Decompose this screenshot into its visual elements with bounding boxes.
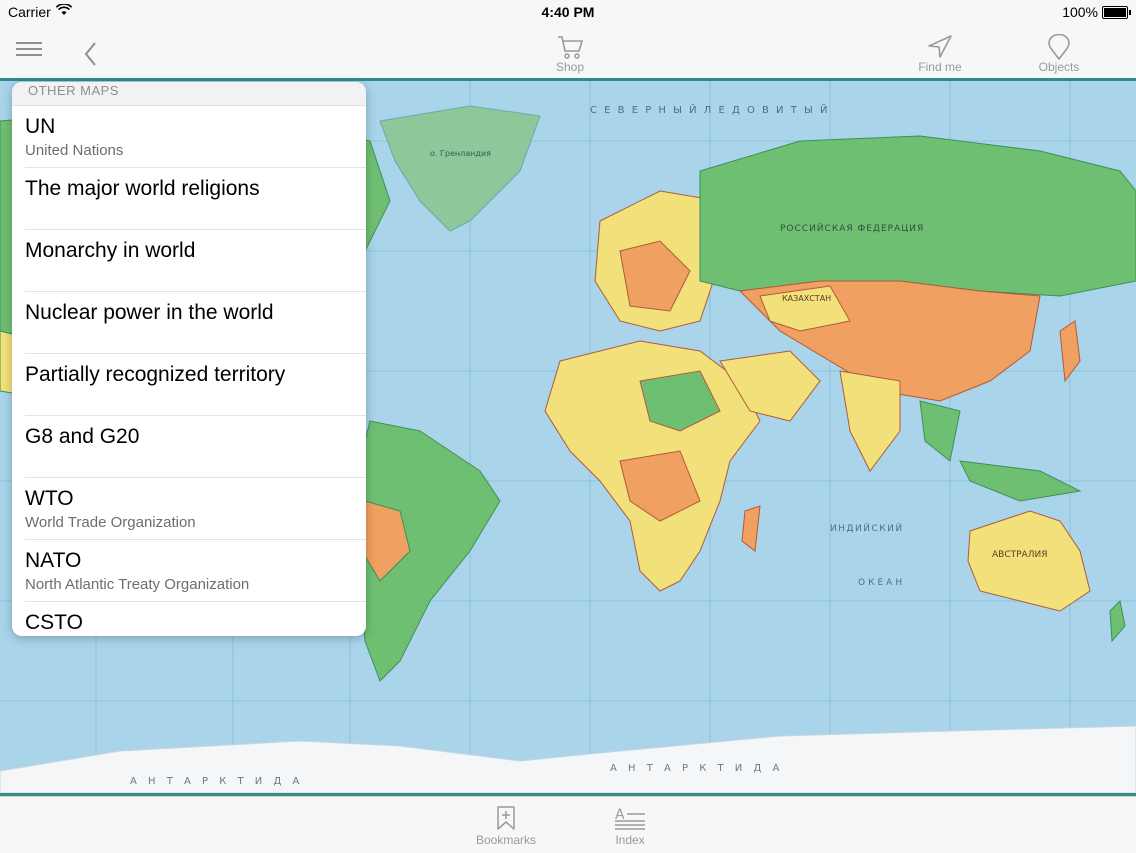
tab-bookmarks[interactable]: Bookmarks: [474, 805, 538, 847]
menu-item-partially-recognized[interactable]: Partially recognized territory: [25, 354, 366, 416]
antarctica-label: А Н Т А Р К Т И Д А: [610, 763, 783, 774]
menu-item-un[interactable]: UN United Nations: [25, 106, 366, 168]
menu-item-religions[interactable]: The major world religions: [25, 168, 366, 230]
shop-button[interactable]: Shop: [548, 34, 592, 74]
menu-item-title: The major world religions: [25, 177, 260, 200]
menu-item-csto[interactable]: CSTO: [25, 602, 366, 636]
objects-button[interactable]: Objects: [1034, 34, 1084, 74]
bookmarks-label: Bookmarks: [475, 833, 537, 847]
kazakhstan-label: КАЗАХСТАН: [782, 294, 831, 303]
menu-item-title: CSTO: [25, 611, 83, 634]
menu-item-nuclear-power[interactable]: Nuclear power in the world: [25, 292, 366, 354]
ocean-label: ОКЕАН: [858, 578, 905, 588]
australia-label: АВСТРАЛИЯ: [992, 550, 1047, 560]
nav-bar: Shop Find me Objects: [0, 24, 1136, 79]
menu-item-title: G8 and G20: [25, 425, 140, 448]
hamburger-icon[interactable]: [14, 38, 44, 62]
find-me-button[interactable]: Find me: [912, 34, 968, 74]
index-icon: A: [615, 807, 645, 830]
menu-item-g8-g20[interactable]: G8 and G20: [25, 416, 366, 478]
menu-item-nato[interactable]: NATO North Atlantic Treaty Organization: [25, 540, 366, 602]
chevron-left-icon[interactable]: [80, 40, 100, 68]
antarctica-left-label: А Н Т А Р К Т И Д А: [130, 776, 303, 787]
tab-index[interactable]: A Index: [610, 805, 650, 847]
menu-item-subtitle: North Atlantic Treaty Organization: [25, 576, 250, 593]
map-pin-icon: [1048, 34, 1070, 60]
menu-item-subtitle: World Trade Organization: [25, 514, 196, 531]
russia-label: РОССИЙСКАЯ ФЕДЕРАЦИЯ: [780, 222, 924, 234]
bookmark-icon: [497, 806, 515, 830]
battery-icon: [1102, 6, 1131, 19]
menu-item-title: WTO: [25, 487, 74, 510]
shop-label: Shop: [555, 60, 585, 74]
menu-item-wto[interactable]: WTO World Trade Organization: [25, 478, 366, 540]
status-bar: Carrier 4:40 PM 100%: [0, 0, 1136, 24]
cart-icon: [558, 36, 584, 59]
indian-ocean-label: ИНДИЙСКИЙ: [830, 522, 904, 534]
menu-item-monarchy[interactable]: Monarchy in world: [25, 230, 366, 292]
menu-item-title: UN: [25, 115, 56, 138]
find-me-label: Find me: [918, 60, 962, 74]
menu-item-title: Monarchy in world: [25, 239, 196, 262]
objects-label: Objects: [1038, 60, 1080, 74]
location-arrow-icon: [928, 35, 952, 58]
clock: 4:40 PM: [541, 4, 595, 20]
battery-percent: 100%: [1062, 4, 1098, 20]
menu-header: OTHER MAPS: [12, 82, 366, 106]
index-label: Index: [615, 833, 645, 847]
arctic-ocean-label: С Е В Е Р Н Ы Й Л Е Д О В И Т Ы Й: [590, 103, 829, 116]
greenland-label: о. Гренландия: [430, 149, 491, 158]
menu-item-title: Partially recognized territory: [25, 363, 286, 386]
other-maps-menu: OTHER MAPS UN United Nations The major w…: [12, 82, 366, 636]
tab-bar: Bookmarks A Index: [0, 796, 1136, 853]
menu-item-subtitle: United Nations: [25, 142, 124, 159]
menu-item-title: Nuclear power in the world: [25, 301, 274, 324]
menu-item-title: NATO: [25, 549, 82, 572]
